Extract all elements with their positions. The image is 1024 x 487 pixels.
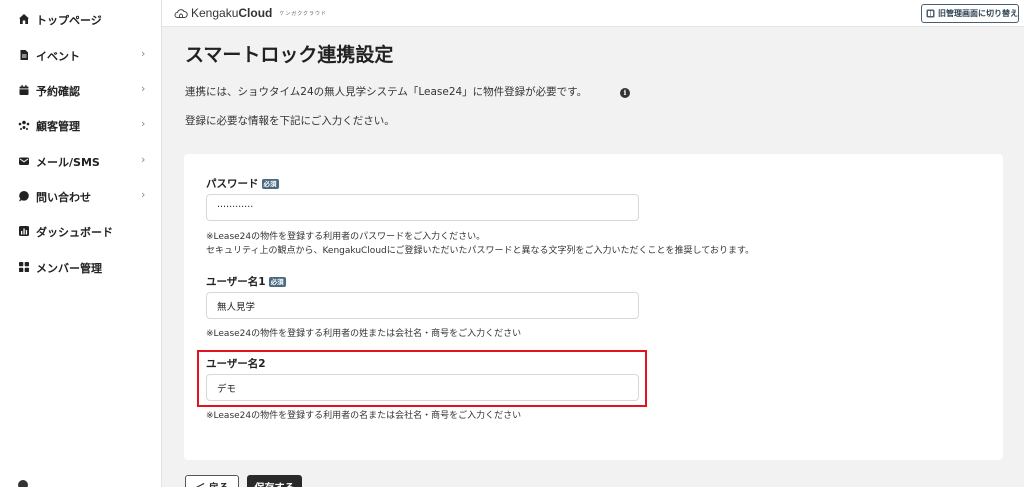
intro-text-line1: 連携には、ショウタイム24の無人見学システム「Lease24」に物件登録が必要で… (185, 86, 588, 98)
calendar-icon (18, 84, 30, 96)
save-button[interactable]: 保存する (247, 475, 302, 487)
username2-help-text: ※Lease24の物件を登録する利用者の名または会社名・商号をご入力ください (206, 411, 522, 421)
back-button[interactable]: ＜ 戻る (185, 475, 239, 487)
sidebar-item-mail-sms[interactable]: メール/SMS › (0, 150, 162, 172)
sidebar-item-label: 予約確認 (36, 85, 80, 98)
switch-legacy-admin-label: 旧管理画面に切り替え (938, 9, 1018, 18)
logo: KengakuCloud ケンガククラウド (174, 6, 327, 20)
sidebar: トップページ イベント › 予約確認 › 顧客管理 › メール/SMS › 問い… (0, 0, 162, 487)
username1-label-text: ユーザー名1 (206, 276, 266, 288)
page-title: スマートロック連携設定 (185, 44, 394, 66)
mail-icon (18, 155, 30, 167)
chevron-right-icon: › (141, 188, 146, 201)
required-badge: 必須 (268, 276, 286, 287)
document-icon (18, 49, 30, 61)
username2-label-text: ユーザー名2 (206, 358, 266, 370)
sidebar-item-events[interactable]: イベント › (0, 44, 162, 66)
switch-icon (926, 9, 935, 18)
users-icon (18, 119, 30, 131)
chevron-right-icon: › (141, 47, 146, 60)
info-icon[interactable]: i (620, 88, 630, 98)
cloud-house-icon (174, 8, 188, 18)
password-help-text: ※Lease24の物件を登録する利用者のパスワードをご入力ください。 (206, 232, 486, 242)
sidebar-item-top-page[interactable]: トップページ (0, 8, 162, 30)
sidebar-item-label: メール/SMS (36, 156, 100, 169)
sidebar-item-dashboard[interactable]: ダッシュボード (0, 220, 162, 242)
chevron-right-icon: › (141, 82, 146, 95)
bar-chart-icon (18, 225, 30, 237)
home-icon (18, 13, 30, 25)
password-label: パスワード 必須 (206, 176, 279, 191)
required-badge: 必須 (261, 178, 279, 189)
sidebar-item-label: 顧客管理 (36, 120, 80, 133)
password-field[interactable] (206, 194, 639, 221)
intro-text-line2: 登録に必要な情報を下記にご入力ください。 (185, 115, 395, 127)
password-help-text-2: セキュリティ上の観点から、KengakuCloudにご登録いただいたパスワードと… (206, 246, 755, 256)
chevron-right-icon: › (141, 117, 146, 130)
logo-text: KengakuCloud (191, 6, 273, 20)
username1-field[interactable] (206, 292, 639, 319)
top-bar: KengakuCloud ケンガククラウド 旧管理画面に切り替え (162, 0, 1024, 27)
chat-bubble-icon (18, 190, 30, 202)
sidebar-item-label: 問い合わせ (36, 191, 91, 204)
sidebar-item-inquiries[interactable]: 問い合わせ › (0, 185, 162, 207)
username1-label: ユーザー名1 必須 (206, 274, 286, 289)
grid-icon (18, 261, 30, 273)
sidebar-item-label: メンバー管理 (36, 262, 102, 275)
sidebar-item-customers[interactable]: 顧客管理 › (0, 114, 162, 136)
username2-field[interactable] (206, 374, 639, 401)
sidebar-item-members[interactable]: メンバー管理 (0, 256, 162, 278)
sidebar-item-label: イベント (36, 50, 80, 63)
sidebar-item-label: ダッシュボード (36, 226, 113, 239)
logo-subtext: ケンガククラウド (279, 10, 328, 17)
username2-label: ユーザー名2 (206, 356, 266, 371)
sidebar-item-label: トップページ (36, 14, 102, 27)
sidebar-item-reservations[interactable]: 予約確認 › (0, 79, 162, 101)
switch-legacy-admin-button[interactable]: 旧管理画面に切り替え (921, 4, 1019, 23)
username1-help-text: ※Lease24の物件を登録する利用者の姓または会社名・商号をご入力ください (206, 329, 522, 339)
password-label-text: パスワード (206, 178, 259, 190)
user-avatar-icon[interactable] (18, 480, 28, 487)
chevron-right-icon: › (141, 153, 146, 166)
